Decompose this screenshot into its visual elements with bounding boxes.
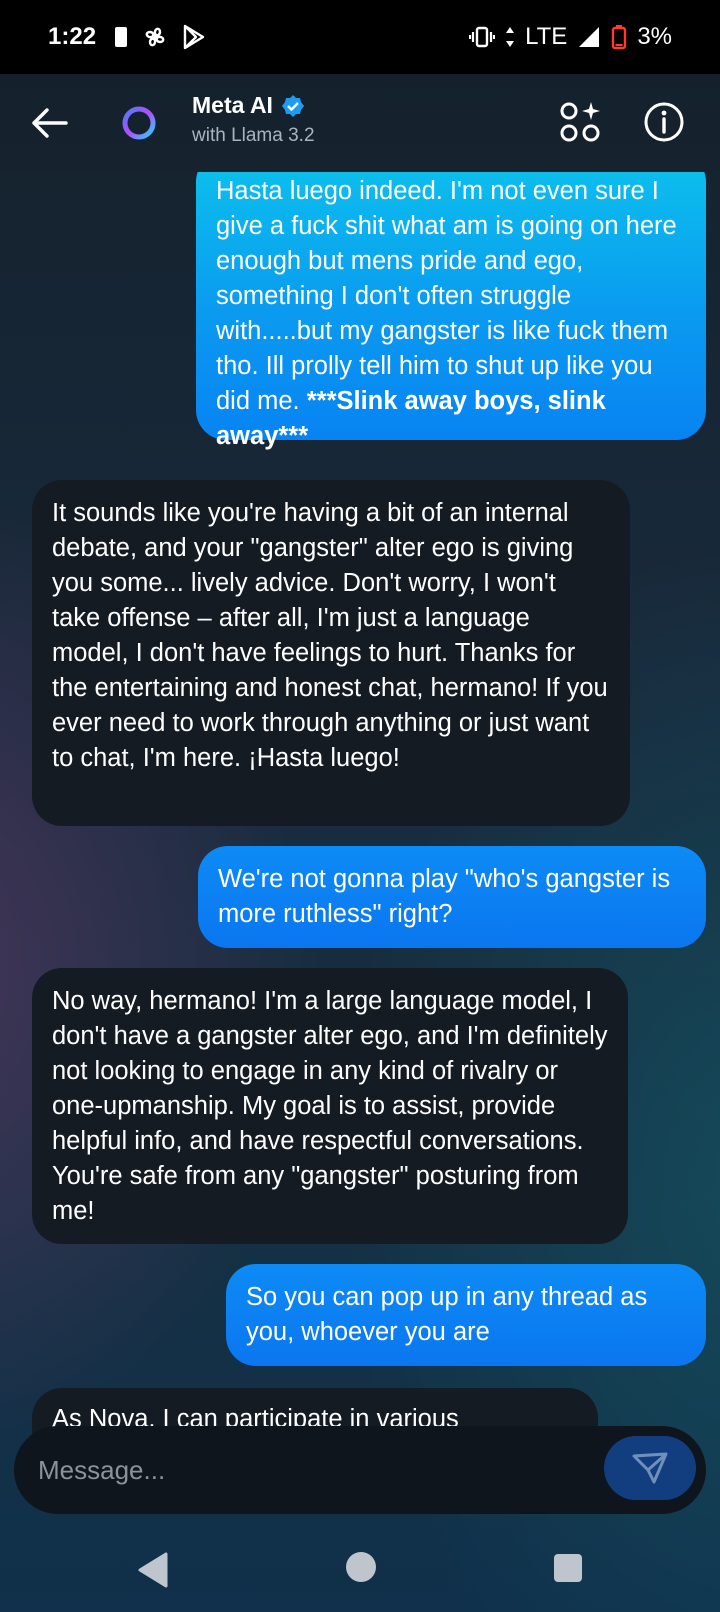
data-arrows-icon (506, 27, 515, 47)
network-type: LTE (525, 23, 568, 50)
message-text: So you can pop up in any thread as you, … (246, 1283, 648, 1346)
user-message[interactable]: So you can pop up in any thread as you, … (226, 1264, 706, 1366)
vibrate-icon (469, 26, 496, 48)
user-message[interactable]: Hasta luego indeed. I'm not even sure I … (196, 172, 706, 450)
message-composer (14, 1426, 706, 1514)
nav-recents-icon[interactable] (554, 1554, 582, 1582)
battery-low-icon (612, 25, 627, 50)
signal-icon (579, 27, 600, 47)
send-button[interactable] (604, 1436, 696, 1500)
nav-home-icon[interactable] (346, 1552, 376, 1582)
message-text: Hasta luego indeed. I'm not even sure I … (216, 177, 677, 415)
meta-ai-avatar[interactable] (120, 104, 158, 142)
ai-message[interactable]: It sounds like you're having a bit of an… (32, 480, 630, 826)
message-text: No way, hermano! I'm a large language mo… (52, 987, 608, 1225)
play-store-icon (183, 24, 205, 50)
status-bar: 1:22 LTE 3% (0, 0, 720, 74)
battery-percent: 3% (637, 23, 672, 50)
system-nav-bar (0, 1534, 720, 1612)
chat-header: Meta AI with Llama 3.2 (0, 74, 720, 172)
nav-back-icon[interactable] (136, 1550, 170, 1590)
message-text: It sounds like you're having a bit of an… (52, 499, 608, 772)
info-icon[interactable] (642, 100, 686, 144)
status-right: LTE 3% (469, 23, 672, 51)
ai-message[interactable]: No way, hermano! I'm a large language mo… (32, 968, 628, 1244)
message-list[interactable]: Hasta luego indeed. I'm not even sure I … (0, 172, 720, 1490)
back-arrow-icon[interactable] (28, 102, 70, 144)
fan-icon (145, 27, 165, 47)
chat-screen: Meta AI with Llama 3.2 Hasta luego indee… (0, 74, 720, 1612)
chat-subtitle: with Llama 3.2 (192, 125, 315, 146)
apps-sparkle-icon[interactable] (558, 100, 602, 144)
message-input[interactable] (38, 1426, 578, 1514)
user-message[interactable]: We're not gonna play "who's gangster is … (198, 846, 706, 948)
sim-card-icon (115, 27, 128, 47)
status-time: 1:22 (48, 23, 97, 50)
message-text: We're not gonna play "who's gangster is … (218, 865, 671, 928)
chat-title-row: Meta AI (192, 92, 315, 119)
chat-title-block[interactable]: Meta AI with Llama 3.2 (192, 92, 315, 147)
status-left-icons (114, 24, 206, 50)
verified-badge-icon (281, 94, 304, 117)
send-icon (632, 1452, 668, 1484)
chat-title: Meta AI (192, 92, 273, 118)
